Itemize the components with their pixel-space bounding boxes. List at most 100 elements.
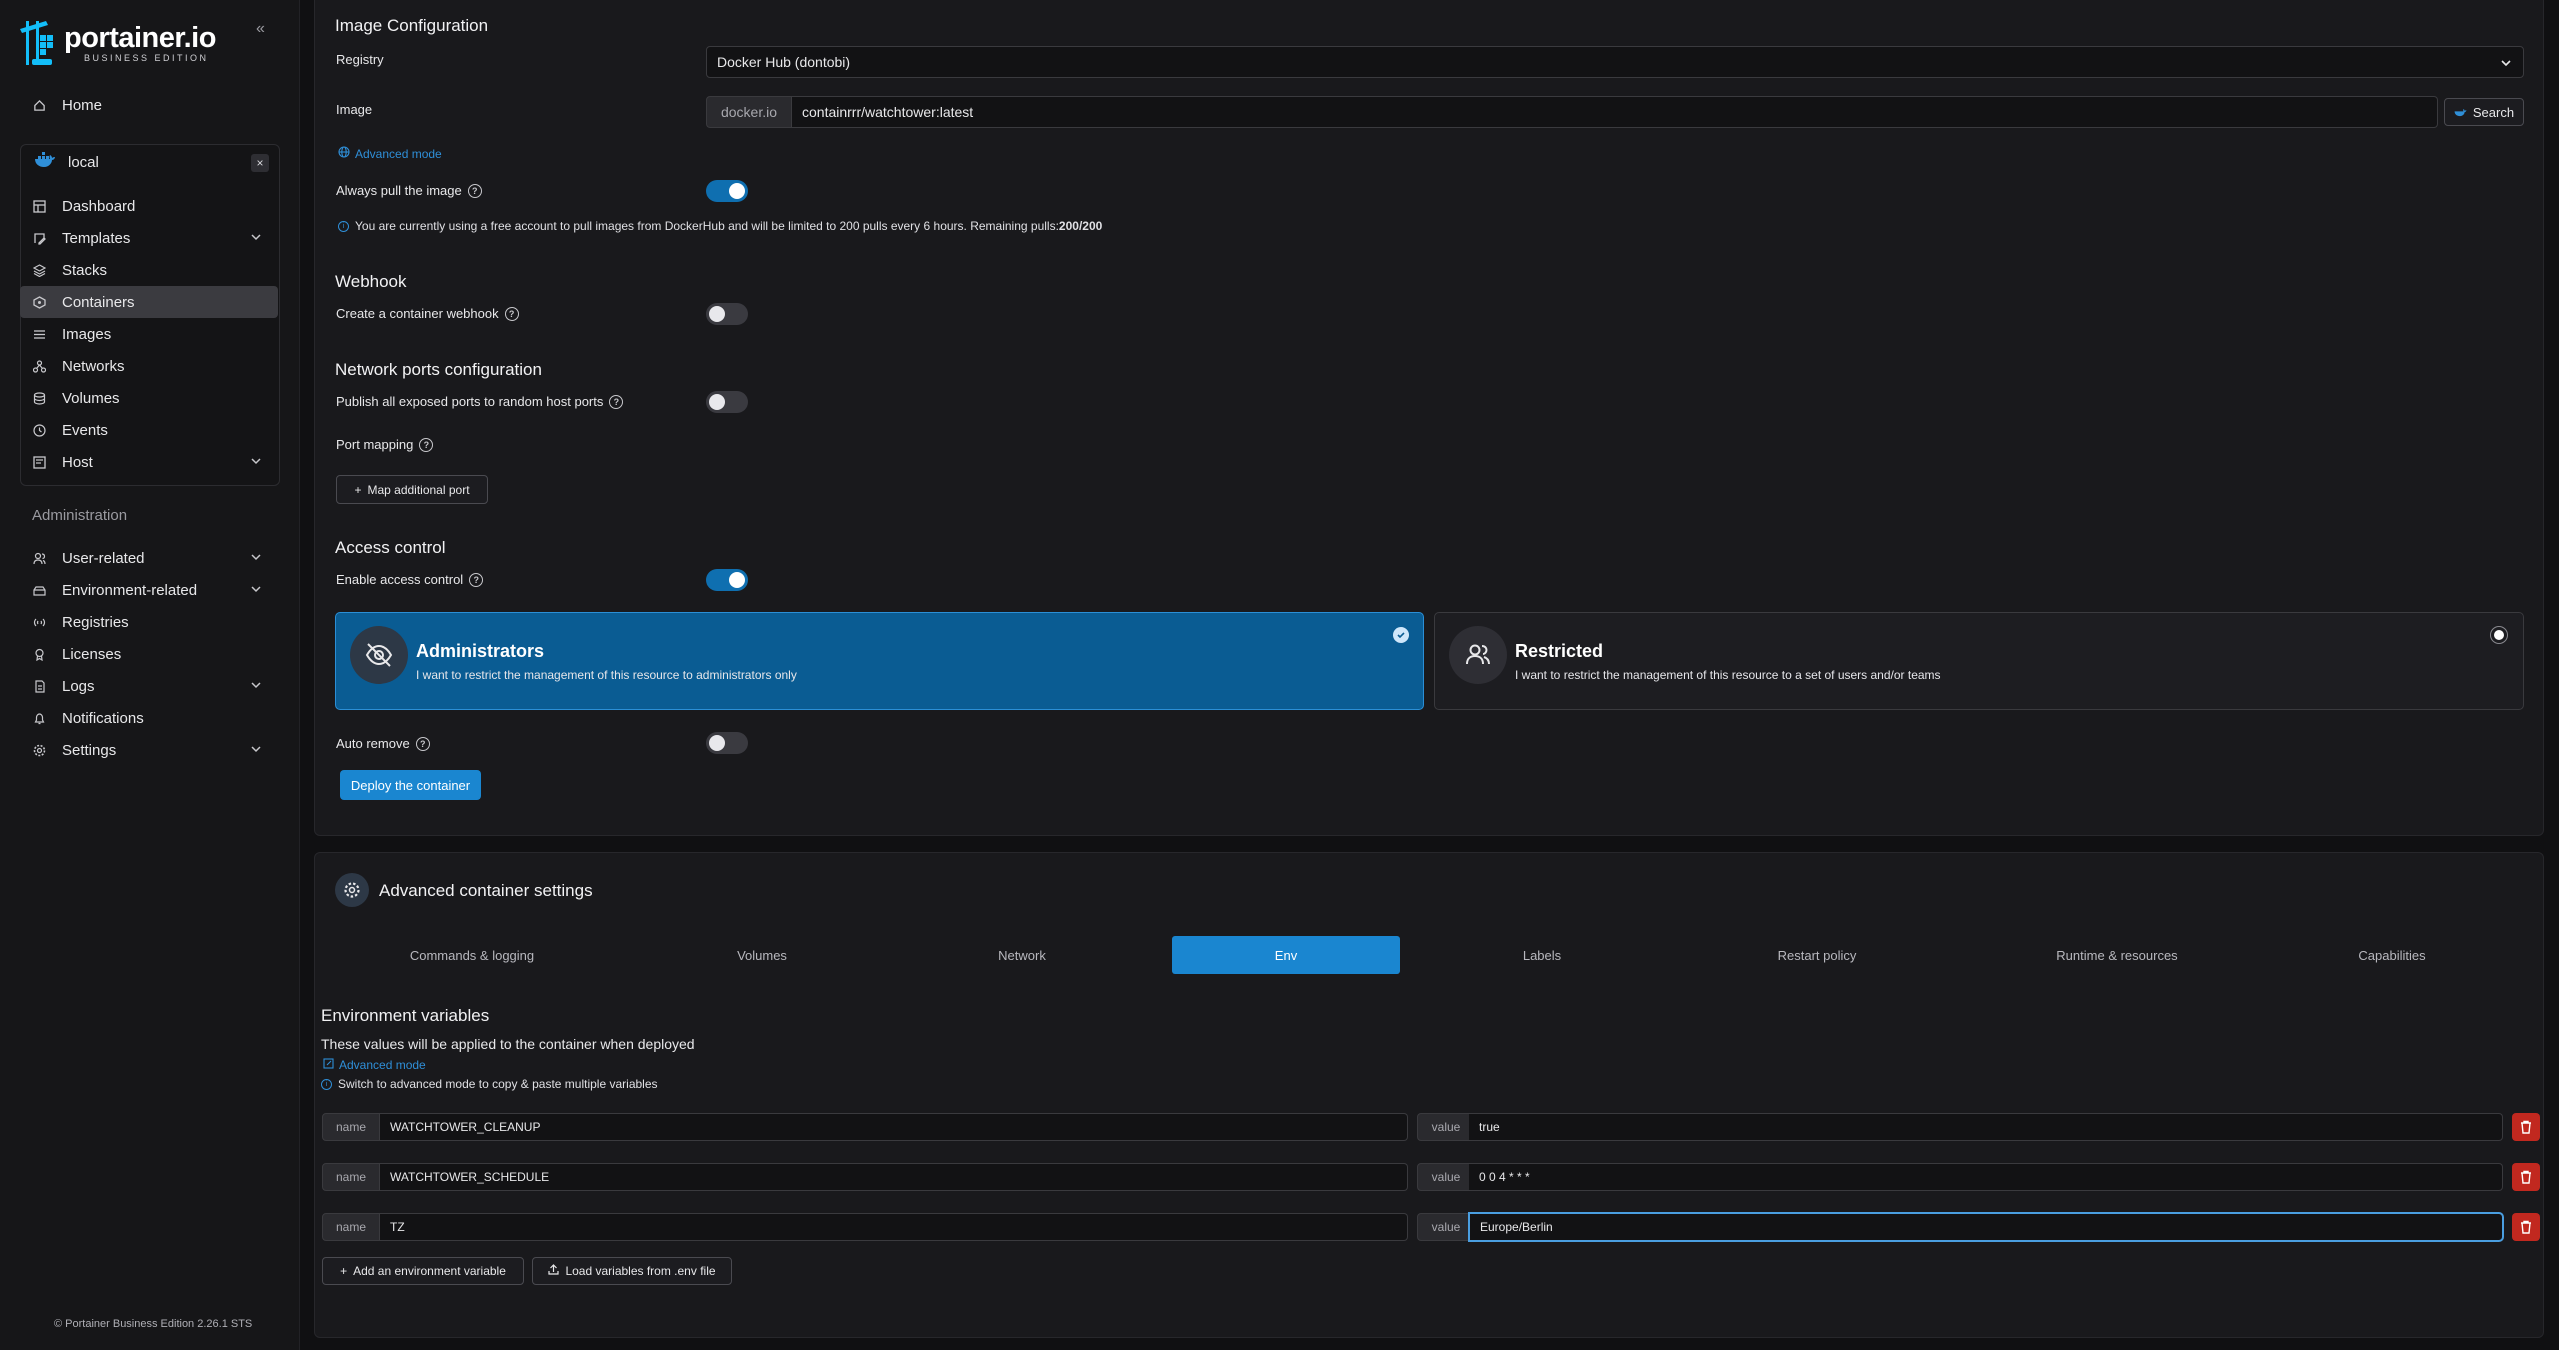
- administrators-option[interactable]: Administrators I want to restrict the ma…: [335, 612, 1424, 710]
- env-advanced-mode-label: Advanced mode: [339, 1058, 426, 1072]
- publish-ports-toggle[interactable]: [706, 391, 748, 413]
- docker-icon: [34, 152, 56, 172]
- environment-header[interactable]: local: [20, 144, 280, 180]
- gear-icon: [335, 873, 369, 907]
- always-pull-toggle[interactable]: [706, 180, 748, 202]
- tab-env[interactable]: Env: [1172, 936, 1400, 974]
- sidebar-item-label: Containers: [62, 293, 135, 311]
- environment-icon: [32, 583, 46, 597]
- sidebar-item-stacks[interactable]: Stacks: [20, 254, 278, 286]
- env-name-value: WATCHTOWER_CLEANUP: [390, 1120, 541, 1134]
- sidebar-item-events[interactable]: Events: [20, 414, 278, 446]
- env-name-input[interactable]: WATCHTOWER_CLEANUP: [380, 1113, 1408, 1141]
- env-advanced-mode-link[interactable]: Advanced mode: [323, 1058, 426, 1072]
- toggle-knob: [729, 183, 745, 199]
- env-name-input[interactable]: TZ: [380, 1213, 1408, 1241]
- env-value-input[interactable]: 0 0 4 * * *: [1469, 1163, 2503, 1191]
- license-icon: [32, 647, 46, 661]
- env-name-label: name: [322, 1113, 380, 1141]
- sidebar-item-logs[interactable]: Logs: [20, 670, 278, 702]
- delete-env-button[interactable]: [2512, 1163, 2540, 1191]
- tab-volumes[interactable]: Volumes: [642, 936, 882, 974]
- webhook-toggle[interactable]: [706, 303, 748, 325]
- tab-labels[interactable]: Labels: [1422, 936, 1662, 974]
- sidebar-item-templates[interactable]: Templates: [20, 222, 278, 254]
- sidebar-item-user-related[interactable]: User-related: [20, 542, 278, 574]
- sidebar-item-home[interactable]: Home: [20, 89, 278, 121]
- collapse-sidebar-icon[interactable]: «: [256, 21, 272, 38]
- sidebar-item-label: Templates: [62, 229, 131, 247]
- load-env-file-button[interactable]: Load variables from .env file: [532, 1257, 732, 1285]
- sidebar-item-notifications[interactable]: Notifications: [20, 702, 278, 734]
- dashboard-icon: [32, 199, 46, 213]
- env-name-value: TZ: [390, 1220, 405, 1234]
- delete-env-button[interactable]: [2512, 1213, 2540, 1241]
- registry-select[interactable]: Docker Hub (dontobi): [706, 46, 2524, 78]
- close-environment-button[interactable]: ×: [251, 154, 269, 172]
- sidebar: portainer.io BUSINESS EDITION « Home loc…: [0, 0, 300, 1350]
- sidebar-item-volumes[interactable]: Volumes: [20, 382, 278, 414]
- chevron-down-icon: [251, 746, 261, 753]
- image-configuration-title: Image Configuration: [335, 16, 489, 35]
- info-icon: i: [338, 220, 349, 232]
- delete-env-button[interactable]: [2512, 1113, 2540, 1141]
- trash-icon: [2521, 1220, 2531, 1234]
- info-icon: i: [321, 1078, 332, 1090]
- help-icon[interactable]: ?: [504, 306, 519, 321]
- portainer-logo[interactable]: portainer.io BUSINESS EDITION: [18, 18, 216, 68]
- toggle-knob: [729, 572, 745, 588]
- image-label: Image: [336, 102, 373, 117]
- sidebar-item-networks[interactable]: Networks: [20, 350, 278, 382]
- home-icon: [32, 98, 46, 112]
- env-value-input[interactable]: Europe/Berlin: [1469, 1213, 2503, 1241]
- add-env-variable-button[interactable]: + Add an environment variable: [322, 1257, 524, 1285]
- sidebar-item-label: Networks: [62, 357, 125, 375]
- help-icon[interactable]: ?: [467, 183, 482, 198]
- help-icon[interactable]: ?: [415, 736, 430, 751]
- advanced-mode-link[interactable]: Advanced mode: [338, 146, 442, 161]
- enable-access-control-label: Enable access control ?: [336, 572, 484, 587]
- plus-icon: +: [354, 482, 362, 497]
- env-name-input[interactable]: WATCHTOWER_SCHEDULE: [380, 1163, 1408, 1191]
- tab-capabilities[interactable]: Capabilities: [2272, 936, 2512, 974]
- sidebar-item-licenses[interactable]: Licenses: [20, 638, 278, 670]
- radio-button[interactable]: [2491, 627, 2507, 643]
- auto-remove-toggle[interactable]: [706, 732, 748, 754]
- sidebar-item-label: Logs: [62, 677, 95, 695]
- sidebar-item-settings[interactable]: Settings: [20, 734, 278, 766]
- globe-icon: [338, 146, 350, 161]
- search-image-button[interactable]: Search: [2444, 98, 2524, 126]
- administration-heading: Administration: [32, 507, 128, 524]
- events-icon: [32, 423, 46, 437]
- sidebar-item-dashboard[interactable]: Dashboard: [20, 190, 278, 222]
- sidebar-item-registries[interactable]: Registries: [20, 606, 278, 638]
- sidebar-item-containers[interactable]: Containers: [20, 286, 278, 318]
- tab-restart-policy[interactable]: Restart policy: [1672, 936, 1962, 974]
- pull-remaining: 200/200: [1058, 219, 1103, 233]
- help-icon[interactable]: ?: [419, 437, 434, 452]
- administrators-description: I want to restrict the management of thi…: [416, 668, 797, 682]
- sidebar-item-host[interactable]: Host: [20, 446, 278, 478]
- map-additional-port-button[interactable]: + Map additional port: [336, 475, 488, 504]
- env-value-input[interactable]: true: [1469, 1113, 2503, 1141]
- chevron-down-icon: [251, 234, 261, 241]
- docker-icon: [2454, 105, 2467, 120]
- tab-network[interactable]: Network: [902, 936, 1142, 974]
- restricted-option[interactable]: Restricted I want to restrict the manage…: [1434, 612, 2524, 710]
- tab-runtime-resources[interactable]: Runtime & resources: [1972, 936, 2262, 974]
- sidebar-item-images[interactable]: Images: [20, 318, 278, 350]
- access-control-toggle[interactable]: [706, 569, 748, 591]
- image-input[interactable]: containrrr/watchtower:latest: [792, 96, 2438, 128]
- sidebar-item-environment-related[interactable]: Environment-related: [20, 574, 278, 606]
- users-icon: [32, 551, 46, 565]
- environment-name: local: [68, 153, 99, 171]
- tab-commands-logging[interactable]: Commands & logging: [352, 936, 592, 974]
- upload-icon: [548, 1264, 560, 1278]
- help-icon[interactable]: ?: [469, 572, 484, 587]
- sidebar-item-label: User-related: [62, 549, 145, 567]
- help-icon[interactable]: ?: [609, 394, 624, 409]
- deploy-container-button[interactable]: Deploy the container: [340, 770, 481, 800]
- toggle-knob: [709, 394, 725, 410]
- plus-icon: +: [340, 1264, 348, 1278]
- env-name-label: name: [322, 1163, 380, 1191]
